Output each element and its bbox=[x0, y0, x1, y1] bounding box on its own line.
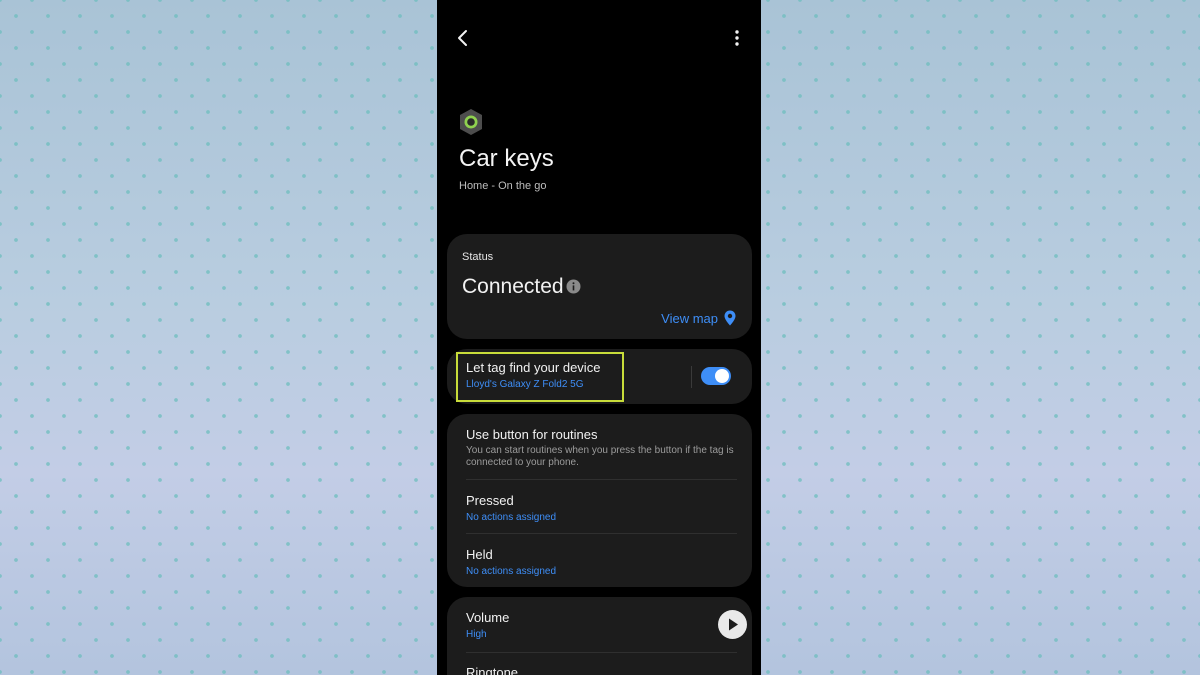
use-button-routines-row[interactable]: Use button for routines You can start ro… bbox=[466, 427, 737, 469]
top-app-bar bbox=[437, 0, 761, 76]
divider bbox=[466, 652, 737, 653]
held-row[interactable]: Held No actions assigned bbox=[466, 547, 737, 577]
tag-find-device: Lloyd's Galaxy Z Fold2 5G bbox=[466, 379, 584, 390]
pressed-label: Pressed bbox=[466, 493, 514, 508]
routines-card: Use button for routines You can start ro… bbox=[447, 414, 752, 587]
divider bbox=[466, 479, 737, 480]
volume-row[interactable]: Volume High bbox=[466, 610, 737, 640]
info-icon[interactable] bbox=[566, 279, 581, 294]
map-pin-icon bbox=[724, 310, 736, 326]
status-label: Status bbox=[462, 251, 494, 263]
tag-find-card[interactable]: Let tag find your device Lloyd's Galaxy … bbox=[447, 349, 752, 404]
view-map-button[interactable]: View map bbox=[661, 310, 736, 326]
tag-find-title: Let tag find your device bbox=[466, 360, 601, 375]
play-icon bbox=[729, 618, 738, 631]
routines-description: You can start routines when you press th… bbox=[466, 445, 734, 468]
chevron-left-icon bbox=[458, 30, 467, 46]
tag-find-toggle[interactable] bbox=[701, 367, 731, 385]
ringtone-row[interactable]: Ringtone bbox=[466, 665, 737, 675]
held-label: Held bbox=[466, 547, 493, 562]
view-map-label: View map bbox=[661, 310, 718, 326]
pressed-value: No actions assigned bbox=[466, 512, 557, 523]
page-title: Car keys bbox=[459, 145, 554, 172]
toggle-knob bbox=[715, 369, 729, 383]
status-value: Connected bbox=[462, 275, 564, 298]
more-options-button[interactable] bbox=[727, 27, 747, 49]
divider bbox=[466, 533, 737, 534]
play-button[interactable] bbox=[718, 610, 747, 639]
volume-label: Volume bbox=[466, 610, 510, 625]
smarttag-icon bbox=[457, 108, 485, 136]
held-value: No actions assigned bbox=[466, 566, 557, 577]
more-vertical-icon bbox=[735, 30, 739, 46]
volume-value: High bbox=[466, 629, 487, 640]
back-button[interactable] bbox=[453, 26, 473, 50]
page-subtitle: Home - On the go bbox=[459, 180, 547, 192]
vertical-divider bbox=[691, 366, 692, 388]
volume-card: Volume High Ringtone bbox=[447, 597, 752, 675]
routines-title: Use button for routines bbox=[466, 427, 598, 442]
status-card: Status Connected View map bbox=[447, 234, 752, 339]
pressed-row[interactable]: Pressed No actions assigned bbox=[466, 493, 737, 523]
phone-screen: Car keys Home - On the go Status Connect… bbox=[437, 0, 761, 675]
ringtone-label: Ringtone bbox=[466, 665, 519, 675]
